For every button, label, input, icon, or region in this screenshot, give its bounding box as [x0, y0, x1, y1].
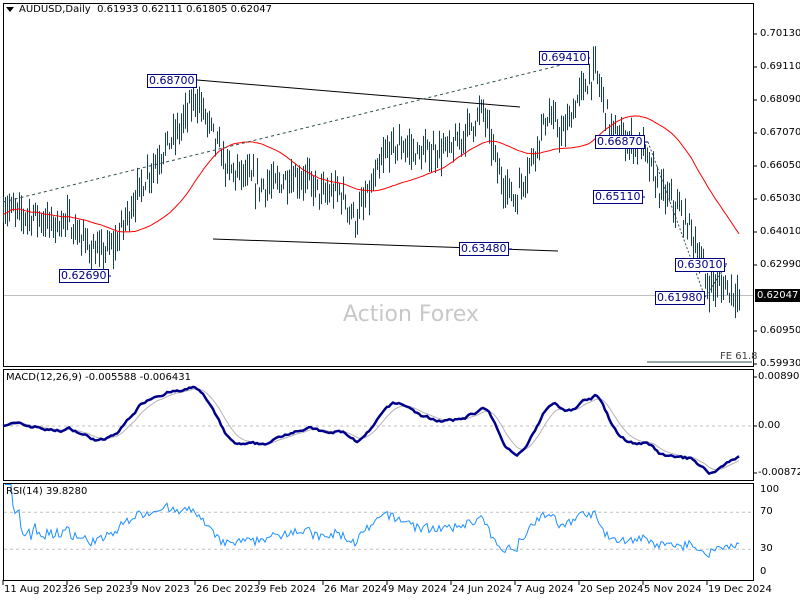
- price-axis-label: 0.64010: [760, 226, 800, 237]
- macd-panel: [3, 369, 754, 481]
- rsi-axis-label: 70: [760, 506, 773, 518]
- rsi-axis-label: 0: [760, 566, 767, 577]
- price-axis-label: 0.70130: [760, 28, 800, 39]
- macd-axis-label: 0.00: [758, 420, 781, 431]
- price-axis-label: 0.60950: [760, 325, 800, 336]
- date-axis-label: 9 Nov 2023: [132, 584, 190, 595]
- date-axis-label: 9 May 2024: [388, 584, 447, 595]
- label-level-b[interactable]: 0.65110: [593, 190, 643, 204]
- date-axis-label: 26 Sep 2023: [68, 584, 132, 595]
- label-level-a[interactable]: 0.66870: [595, 135, 645, 149]
- macd-label: MACD(12,26,9) -0.005588 -0.006431: [6, 372, 191, 383]
- price-axis-label: 0.65030: [760, 193, 800, 204]
- trendline-upper: [196, 79, 521, 108]
- price-axis-label: 0.68090: [760, 94, 800, 105]
- rsi-line: [5, 484, 740, 558]
- label-low-2023[interactable]: 0.62690: [59, 269, 109, 283]
- price-axis-label: 0.62990: [760, 259, 800, 270]
- date-axis-label: 5 Nov 2024: [644, 584, 702, 595]
- label-high-2023[interactable]: 0.68700: [147, 74, 197, 88]
- label-level-c[interactable]: 0.63010: [675, 258, 725, 272]
- current-price-tag: 0.62047: [755, 289, 800, 302]
- fib-leg-1: [647, 141, 706, 298]
- watermark: Action Forex: [343, 302, 479, 327]
- triangle-down-icon[interactable]: [6, 6, 14, 12]
- macd-main-line: [2, 385, 740, 476]
- date-axis-label: 26 Dec 2023: [196, 584, 260, 595]
- rsi-axis-label: 30: [760, 543, 773, 555]
- chart-header: AUDUSD,Daily 0.61933 0.62111 0.61805 0.6…: [6, 4, 272, 15]
- rsi-label: RSI(14) 39.8280: [6, 486, 88, 497]
- date-axis-label: 19 Dec 2024: [708, 584, 772, 595]
- ohlc-readout: 0.61933 0.62111 0.61805 0.62047: [97, 4, 273, 15]
- date-axis-label: 9 Feb 2024: [260, 584, 316, 595]
- date-axis-label: 7 Aug 2024: [516, 584, 574, 595]
- symbol-label: AUDUSD,Daily: [19, 4, 91, 15]
- label-high-sep[interactable]: 0.69410: [539, 51, 589, 65]
- date-axis-label: 26 Mar 2024: [324, 584, 388, 595]
- fe-label: FE 61.8: [720, 351, 758, 362]
- price-axis-label: 0.69110: [760, 61, 800, 72]
- price-axis-label: 0.66050: [760, 160, 800, 171]
- date-axis-label: 24 Jun 2024: [452, 584, 513, 595]
- label-level-d[interactable]: 0.61980: [655, 291, 705, 305]
- price-axis-label: 0.59930: [760, 358, 800, 369]
- label-low-aug[interactable]: 0.63480: [459, 242, 509, 256]
- price-axis-label: 0.67070: [760, 127, 800, 138]
- date-axis-label: 20 Sep 2024: [580, 584, 644, 595]
- macd-axis-label: 0.008901: [758, 371, 800, 382]
- macd-axis-label: -0.008729: [758, 467, 800, 478]
- rsi-axis-label: 100: [760, 483, 780, 495]
- date-axis-label: 11 Aug 2023: [4, 584, 69, 595]
